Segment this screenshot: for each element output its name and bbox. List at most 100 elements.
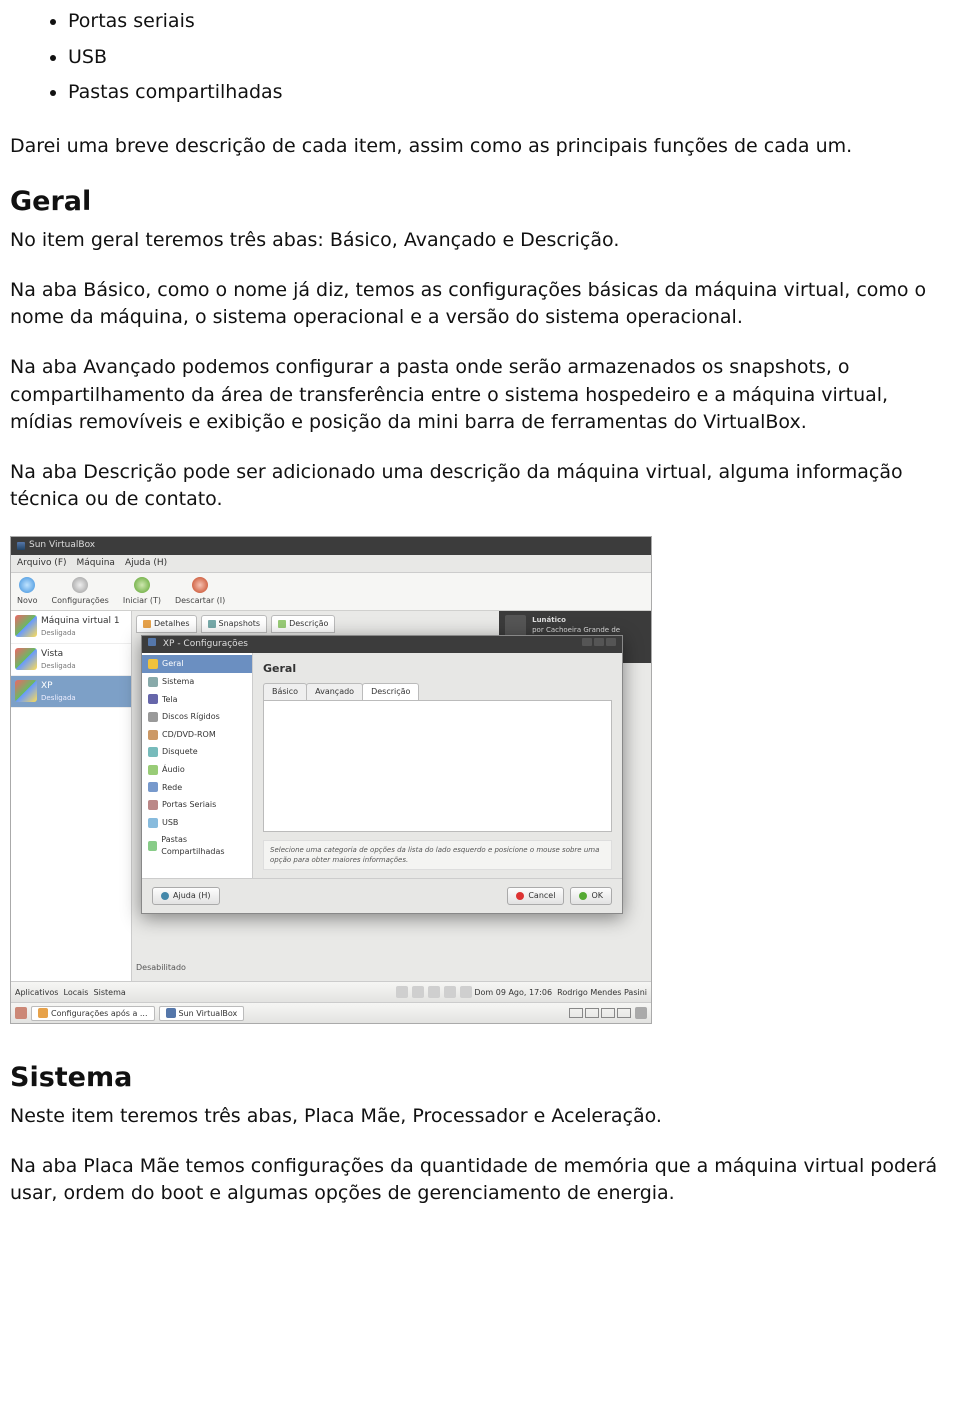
tray-icon[interactable] <box>412 986 424 998</box>
config-cat-usb[interactable]: USB <box>142 814 252 832</box>
vm-list: Máquina virtual 1 Desligada Vista Deslig… <box>11 611 132 981</box>
tray-icon[interactable] <box>444 986 456 998</box>
trash-icon[interactable] <box>635 1007 647 1019</box>
vm-item-selected[interactable]: XP Desligada <box>11 676 131 708</box>
window-controls[interactable] <box>580 638 616 651</box>
body-paragraph: Na aba Placa Mãe temos configurações da … <box>10 1153 950 1208</box>
config-cat-label: Rede <box>162 782 182 794</box>
gnome-top-panel: Aplicativos Locais Sistema Dom 09 Ago, 1… <box>11 981 651 1002</box>
minimize-icon[interactable] <box>582 638 592 646</box>
tab-descricao[interactable]: Descrição <box>271 615 335 633</box>
panel-menu-locais[interactable]: Locais <box>64 987 89 999</box>
config-cat-disquete[interactable]: Disquete <box>142 743 252 761</box>
toolbar-descartar-button[interactable]: Descartar (I) <box>175 577 225 607</box>
task-icon <box>38 1008 48 1018</box>
shared-folder-icon <box>148 841 157 851</box>
config-cat-discos[interactable]: Discos Rígidos <box>142 708 252 726</box>
panel-menu-aplicativos[interactable]: Aplicativos <box>15 987 58 999</box>
config-cat-portas-seriais[interactable]: Portas Seriais <box>142 796 252 814</box>
toolbar-label: Configurações <box>52 595 109 607</box>
config-cat-label: Sistema <box>162 676 194 688</box>
menu-arquivo[interactable]: Arquivo (F) <box>17 557 67 570</box>
virtualbox-toolbar: Novo Configurações Iniciar (T) Descartar… <box>11 573 651 612</box>
config-tab-basico[interactable]: Básico <box>263 683 307 700</box>
body-paragraph: Na aba Avançado podemos configurar a pas… <box>10 354 950 437</box>
tray-icon[interactable] <box>396 986 408 998</box>
task-label: Configurações após a ... <box>51 1008 148 1020</box>
config-cat-geral[interactable]: Geral <box>142 655 252 673</box>
workspace-switcher[interactable] <box>569 1008 631 1018</box>
config-cat-pastas[interactable]: Pastas Compartilhadas <box>142 831 252 860</box>
config-cat-label: CD/DVD-ROM <box>162 729 216 741</box>
menu-ajuda[interactable]: Ajuda (H) <box>125 557 167 570</box>
config-tabs: Básico Avançado Descrição <box>263 683 612 700</box>
config-dialog-titlebar[interactable]: XP - Configurações <box>142 636 622 653</box>
toolbar-config-button[interactable]: Configurações <box>52 577 109 607</box>
toolbar-label: Descartar (I) <box>175 595 225 607</box>
button-label: Cancel <box>528 890 555 902</box>
toolbar-novo-button[interactable]: Novo <box>17 577 38 607</box>
taskbar-item[interactable]: Configurações após a ... <box>31 1006 155 1022</box>
discard-icon <box>192 577 208 593</box>
vm-state: Desligada <box>41 693 76 703</box>
tray-icon[interactable] <box>428 986 440 998</box>
panel-user[interactable]: Rodrigo Mendes Pasini <box>557 987 647 999</box>
config-description-textarea[interactable] <box>263 700 612 832</box>
list-item: Pastas compartilhadas <box>68 79 950 115</box>
show-desktop-icon[interactable] <box>15 1007 27 1019</box>
embedded-screenshot: Sun VirtualBox Arquivo (F) Máquina Ajuda… <box>10 536 652 1025</box>
button-label: OK <box>591 890 603 902</box>
document-icon <box>143 620 151 628</box>
gnome-bottom-panel: Configurações após a ... Sun VirtualBox <box>11 1002 651 1023</box>
tab-detalhes[interactable]: Detalhes <box>136 615 197 633</box>
config-tab-descricao[interactable]: Descrição <box>362 683 419 700</box>
close-icon[interactable] <box>606 638 616 646</box>
virtualbox-detail-pane: Lunático por Cachoeira Grande de Cachorr… <box>132 611 651 981</box>
panel-menu-sistema[interactable]: Sistema <box>94 987 126 999</box>
vm-name: XP <box>41 680 76 693</box>
panel-clock[interactable]: Dom 09 Ago, 17:06 <box>474 987 552 999</box>
virtualbox-window-titlebar[interactable]: Sun VirtualBox <box>11 537 651 555</box>
menu-maquina[interactable]: Máquina <box>77 557 115 570</box>
config-cat-sistema[interactable]: Sistema <box>142 673 252 691</box>
toolbar-iniciar-button[interactable]: Iniciar (T) <box>123 577 161 607</box>
tray-icon[interactable] <box>460 986 472 998</box>
list-item: USB <box>68 44 950 80</box>
tab-label: Descrição <box>289 618 328 630</box>
config-cat-audio[interactable]: Áudio <box>142 761 252 779</box>
config-help-button[interactable]: Ajuda (H) <box>152 887 220 905</box>
config-cancel-button[interactable]: Cancel <box>507 887 564 905</box>
vm-item[interactable]: Vista Desligada <box>11 644 131 676</box>
taskbar-item[interactable]: Sun VirtualBox <box>159 1006 245 1022</box>
body-paragraph: Na aba Básico, como o nome já diz, temos… <box>10 277 950 332</box>
config-cat-label: Pastas Compartilhadas <box>161 834 246 857</box>
start-icon <box>134 577 150 593</box>
camera-icon <box>208 620 216 628</box>
usb-icon <box>148 818 158 828</box>
config-cat-label: Áudio <box>162 764 185 776</box>
maximize-icon[interactable] <box>594 638 604 646</box>
button-label: Ajuda (H) <box>173 890 211 902</box>
tab-label: Snapshots <box>219 618 261 630</box>
promo-title: Lunático <box>532 615 645 625</box>
tab-snapshots[interactable]: Snapshots <box>201 615 268 633</box>
section-heading-geral: Geral <box>10 182 950 221</box>
config-tab-avancado[interactable]: Avançado <box>306 683 363 700</box>
new-icon <box>19 577 35 593</box>
display-icon <box>148 694 158 704</box>
config-cat-tela[interactable]: Tela <box>142 691 252 709</box>
description-icon <box>278 620 286 628</box>
virtualbox-menubar: Arquivo (F) Máquina Ajuda (H) <box>11 555 651 573</box>
bullet-list: Portas seriais USB Pastas compartilhadas <box>10 8 950 115</box>
config-ok-button[interactable]: OK <box>570 887 612 905</box>
config-cat-label: Geral <box>162 658 184 670</box>
network-icon <box>148 782 158 792</box>
config-cat-rede[interactable]: Rede <box>142 779 252 797</box>
config-cat-cd[interactable]: CD/DVD-ROM <box>142 726 252 744</box>
task-icon <box>166 1008 176 1018</box>
vm-item[interactable]: Máquina virtual 1 Desligada <box>11 611 131 643</box>
virtualbox-app-icon <box>17 542 25 550</box>
vm-name: Vista <box>41 648 76 661</box>
config-cat-label: USB <box>162 817 178 829</box>
panel-tray[interactable] <box>396 986 472 998</box>
